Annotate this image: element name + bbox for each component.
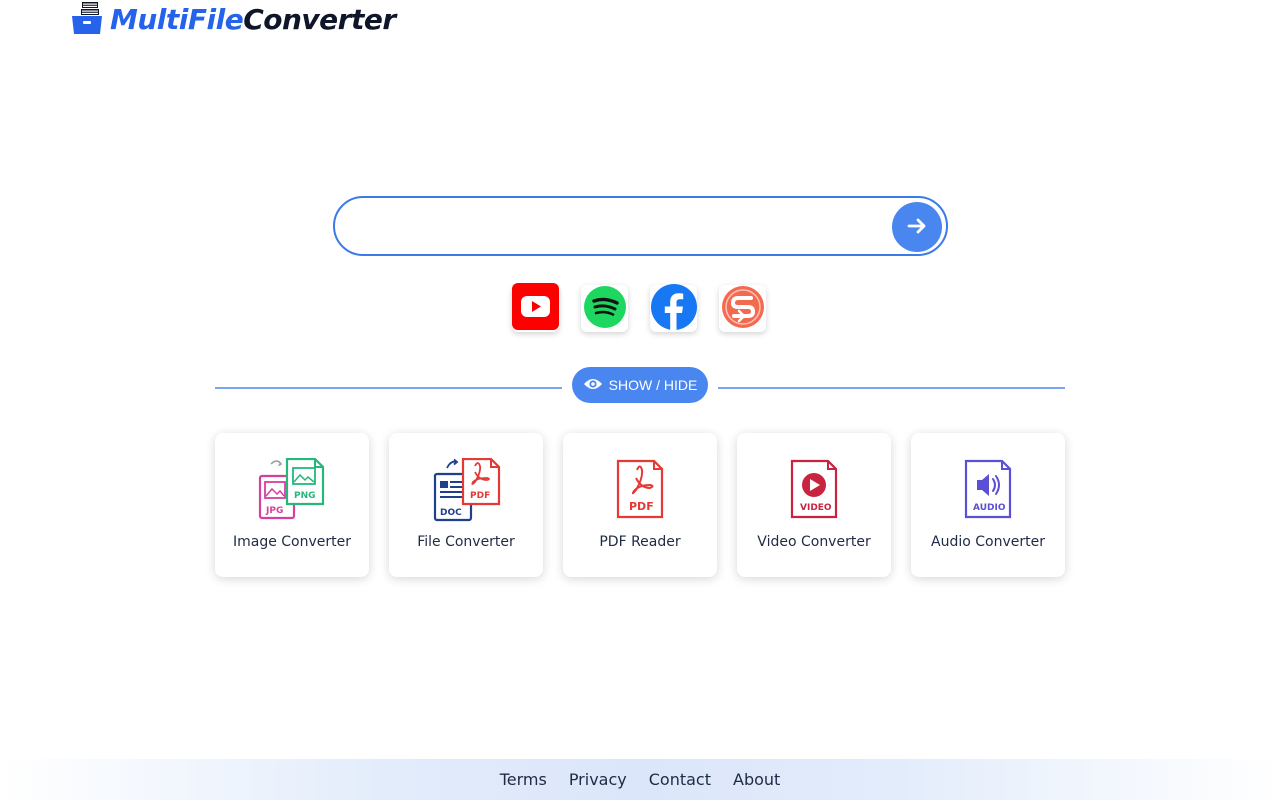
spotify-icon bbox=[583, 285, 627, 333]
tool-label: Image Converter bbox=[232, 534, 352, 550]
tool-cards: JPG PNG Image Converter DOC PDF File Con… bbox=[215, 433, 1065, 577]
file-converter-badge-a: DOC bbox=[440, 508, 462, 518]
pdf-reader-icon: PDF bbox=[605, 458, 675, 524]
divider-left bbox=[215, 387, 562, 389]
tool-card-video-converter[interactable]: VIDEO Video Converter bbox=[737, 433, 891, 577]
tool-label: Audio Converter bbox=[931, 534, 1045, 550]
savefrom-icon bbox=[721, 285, 765, 333]
youtube-icon bbox=[512, 283, 559, 334]
tool-card-file-converter[interactable]: DOC PDF File Converter bbox=[389, 433, 543, 577]
tool-label: Video Converter bbox=[757, 534, 871, 550]
show-hide-label: SHOW / HIDE bbox=[608, 377, 698, 393]
tool-card-audio-converter[interactable]: AUDIO Audio Converter bbox=[911, 433, 1065, 577]
tool-card-pdf-reader[interactable]: PDF PDF Reader bbox=[563, 433, 717, 577]
footer: Terms Privacy Contact About bbox=[0, 759, 1280, 800]
show-hide-button[interactable]: SHOW / HIDE bbox=[572, 367, 708, 403]
submit-button[interactable] bbox=[892, 202, 942, 252]
facebook-icon bbox=[650, 283, 697, 334]
file-converter-badge-b: PDF bbox=[470, 491, 490, 501]
url-input[interactable] bbox=[353, 206, 883, 246]
logo-text: MultiFileConverter bbox=[110, 6, 396, 34]
logo-text-converter: Converter bbox=[243, 3, 396, 36]
image-converter-badge-b: PNG bbox=[294, 491, 316, 501]
footer-link-privacy[interactable]: Privacy bbox=[569, 770, 627, 789]
image-converter-badge-a: JPG bbox=[265, 506, 283, 516]
spotify-button[interactable] bbox=[581, 285, 628, 332]
eye-icon bbox=[583, 377, 603, 394]
video-converter-badge: VIDEO bbox=[800, 503, 832, 513]
footer-link-contact[interactable]: Contact bbox=[649, 770, 711, 789]
arrow-right-icon bbox=[905, 214, 929, 241]
page: MultiFileConverter SHOW / HIDE JPG PNG I… bbox=[0, 0, 1280, 800]
logo-text-multifile: MultiFile bbox=[110, 3, 244, 36]
image-converter-icon: JPG PNG bbox=[257, 458, 327, 524]
social-shortcuts bbox=[512, 283, 766, 334]
youtube-button[interactable] bbox=[512, 283, 559, 334]
url-search-box bbox=[333, 196, 948, 256]
savefrom-button[interactable] bbox=[719, 285, 766, 332]
audio-converter-icon: AUDIO bbox=[953, 458, 1023, 524]
tool-label: PDF Reader bbox=[599, 534, 681, 550]
video-converter-icon: VIDEO bbox=[779, 458, 849, 524]
divider-right bbox=[718, 387, 1065, 389]
footer-link-about[interactable]: About bbox=[733, 770, 780, 789]
file-converter-icon: DOC PDF bbox=[431, 458, 501, 524]
pdf-reader-badge: PDF bbox=[629, 500, 654, 513]
audio-converter-badge: AUDIO bbox=[973, 503, 1006, 513]
facebook-button[interactable] bbox=[650, 283, 697, 334]
tool-label: File Converter bbox=[417, 534, 515, 550]
site-logo[interactable]: MultiFileConverter bbox=[70, 0, 396, 40]
footer-link-terms[interactable]: Terms bbox=[500, 770, 547, 789]
file-box-icon bbox=[70, 1, 104, 39]
tool-card-image-converter[interactable]: JPG PNG Image Converter bbox=[215, 433, 369, 577]
